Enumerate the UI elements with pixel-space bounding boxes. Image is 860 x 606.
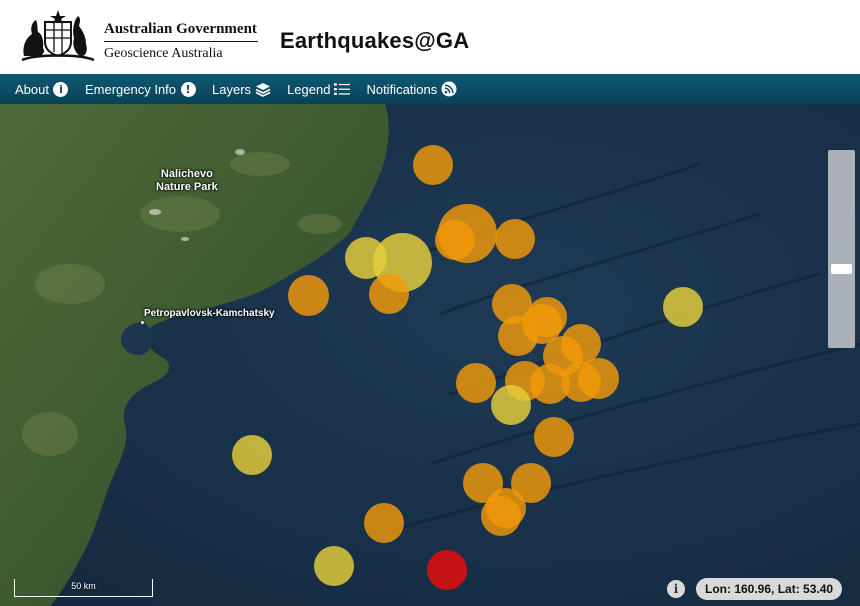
nav-about-label: About <box>15 81 49 97</box>
info-icon: i <box>673 582 679 596</box>
earthquake-marker[interactable] <box>534 417 574 457</box>
earthquake-marker[interactable] <box>456 363 496 403</box>
info-icon: i <box>53 81 69 97</box>
nav-legend-label: Legend <box>287 81 331 97</box>
coat-of-arms-logo <box>21 10 95 62</box>
scale-bar-label: 50 km <box>71 581 96 591</box>
earthquake-marker[interactable] <box>413 145 453 185</box>
zoom-slider[interactable] <box>828 150 855 348</box>
city-marker <box>140 320 145 325</box>
main-nav: About i Emergency Info ! Layers Legend N… <box>0 74 860 104</box>
coordinate-readout: Lon: 160.96, Lat: 53.40 <box>696 578 843 600</box>
earthquake-marker[interactable] <box>427 550 467 590</box>
rss-icon <box>441 81 457 97</box>
earthquake-marker[interactable] <box>314 546 354 586</box>
nav-legend[interactable]: Legend <box>287 81 351 97</box>
city-label: Petropavlovsk-Kamchatsky <box>144 308 275 319</box>
zoom-slider-handle[interactable] <box>831 264 852 274</box>
earthquake-marker[interactable] <box>435 220 475 260</box>
list-icon <box>334 81 351 97</box>
park-label-line2: Nature Park <box>156 181 218 193</box>
earthquake-marker[interactable] <box>481 496 521 536</box>
earthquake-marker[interactable] <box>491 385 531 425</box>
header: Australian Government Geoscience Austral… <box>0 0 860 74</box>
government-name: Australian Government <box>104 21 257 37</box>
branding-divider <box>104 41 258 42</box>
earthquake-marker[interactable] <box>364 503 404 543</box>
park-label-line1: Nalichevo <box>160 168 213 180</box>
nav-about[interactable]: About i <box>15 81 69 97</box>
earthquake-marker[interactable] <box>663 287 703 327</box>
park-label: Nalichevo Nature Park <box>156 168 218 194</box>
nav-layers[interactable]: Layers <box>212 81 271 97</box>
government-branding: Australian Government Geoscience Austral… <box>104 20 258 62</box>
earthquake-marker[interactable] <box>498 316 538 356</box>
earthquake-marker[interactable] <box>288 275 329 316</box>
earthquake-marker[interactable] <box>369 274 409 314</box>
app-title: Earthquakes@GA <box>280 28 470 53</box>
nav-emergency-info[interactable]: Emergency Info ! <box>85 81 196 97</box>
earthquake-marker[interactable] <box>495 219 535 259</box>
nav-notifications[interactable]: Notifications <box>366 81 457 97</box>
map-info-button[interactable]: i <box>667 580 685 598</box>
nav-emergency-label: Emergency Info <box>84 81 177 97</box>
alert-icon: ! <box>180 81 196 97</box>
agency-name: Geoscience Australia <box>104 46 223 61</box>
nav-layers-label: Layers <box>212 81 252 97</box>
nav-notifications-label: Notifications <box>366 81 438 97</box>
earthquake-marker[interactable] <box>578 358 619 399</box>
scale-bar: 50 km <box>14 579 153 597</box>
map-view[interactable]: Nalichevo Nature Park Petropavlovsk-Kamc… <box>0 104 860 606</box>
earthquake-marker[interactable] <box>232 435 272 475</box>
layers-icon <box>255 81 271 97</box>
